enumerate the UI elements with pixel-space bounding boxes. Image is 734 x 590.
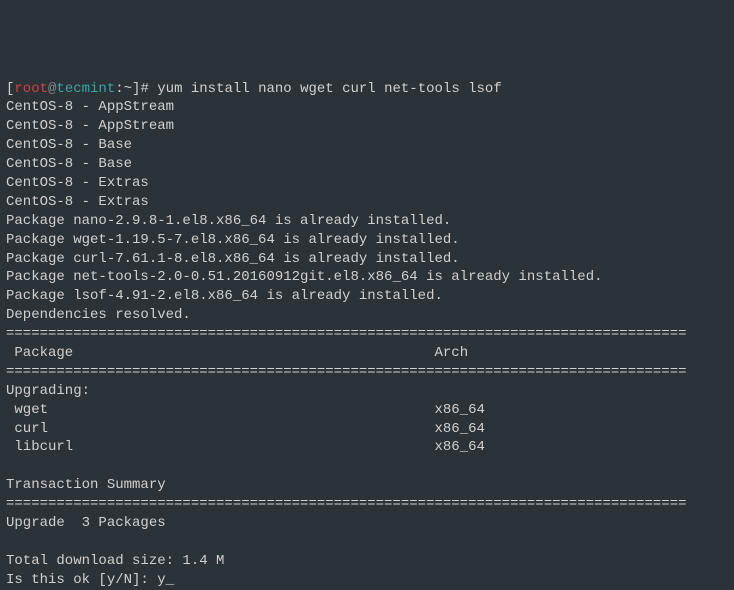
package-installed-line: Package wget-1.19.5-7.el8.x86_64 is alre… xyxy=(6,232,460,248)
repo-line: CentOS-8 - Base xyxy=(6,156,132,172)
deps-resolved: Dependencies resolved. xyxy=(6,307,191,323)
upgrade-package-name: wget xyxy=(6,402,48,418)
prompt-host: tecmint xyxy=(56,81,115,97)
upgrading-label: Upgrading: xyxy=(6,383,90,399)
prompt-path: ~ xyxy=(124,81,132,97)
upgrade-package-arch: x86_64 xyxy=(434,439,484,455)
divider-line: ========================================… xyxy=(6,496,687,512)
confirm-prompt: Is this ok [y/N]: xyxy=(6,572,157,588)
repo-line: CentOS-8 - Base xyxy=(6,137,132,153)
confirm-input[interactable]: y xyxy=(157,572,165,588)
table-header-arch: Arch xyxy=(434,345,468,361)
package-installed-line: Package lsof-4.91-2.el8.x86_64 is alread… xyxy=(6,288,443,304)
divider-line: ========================================… xyxy=(6,326,687,342)
repo-line: CentOS-8 - Extras xyxy=(6,175,149,191)
divider-line: ========================================… xyxy=(6,364,687,380)
transaction-summary: Transaction Summary xyxy=(6,477,166,493)
repo-line: CentOS-8 - Extras xyxy=(6,194,149,210)
prompt-colon: : xyxy=(115,81,123,97)
command-input[interactable]: yum install nano wget curl net-tools lso… xyxy=(157,81,501,97)
prompt-hash: # xyxy=(140,81,157,97)
package-installed-line: Package curl-7.61.1-8.el8.x86_64 is alre… xyxy=(6,251,460,267)
repo-line: CentOS-8 - AppStream xyxy=(6,99,174,115)
upgrade-package-arch: x86_64 xyxy=(434,421,484,437)
upgrade-package-name: libcurl xyxy=(6,439,73,455)
download-size: Total download size: 1.4 M xyxy=(6,553,224,569)
repo-line: CentOS-8 - AppStream xyxy=(6,118,174,134)
upgrade-count: Upgrade 3 Packages xyxy=(6,515,166,531)
cursor: _ xyxy=(166,572,174,588)
upgrade-package-name: curl xyxy=(6,421,48,437)
upgrade-package-arch: x86_64 xyxy=(434,402,484,418)
package-installed-line: Package net-tools-2.0-0.51.20160912git.e… xyxy=(6,269,603,285)
table-header-package: Package xyxy=(6,345,73,361)
prompt-user: root xyxy=(14,81,48,97)
package-installed-line: Package nano-2.9.8-1.el8.x86_64 is alrea… xyxy=(6,213,451,229)
